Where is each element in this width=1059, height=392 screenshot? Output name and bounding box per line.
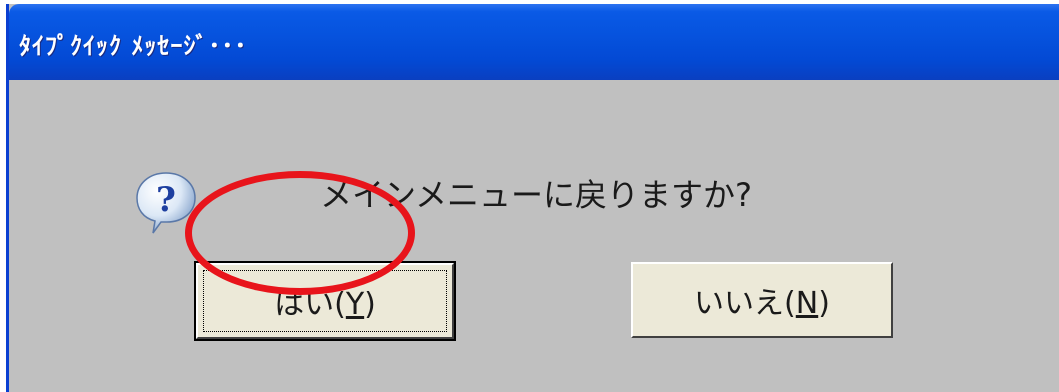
- no-button-label: いいえ(N): [694, 286, 830, 321]
- question-icon: ?: [136, 172, 196, 234]
- dialog-message: メインメニューに戻りますか?: [320, 176, 753, 214]
- svg-text:?: ?: [156, 180, 176, 220]
- title-bar[interactable]: ﾀｲﾌﾟｸｲｯｸ ﾒｯｾｰｼﾞ･･･: [9, 4, 1059, 80]
- yes-button-label: はい(Y): [274, 287, 376, 322]
- dialog-body: ? メインメニューに戻りますか? はい(Y) いいえ(N): [9, 80, 1059, 392]
- yes-button[interactable]: はい(Y): [194, 261, 456, 341]
- no-button[interactable]: いいえ(N): [631, 262, 893, 338]
- message-dialog: ﾀｲﾌﾟｸｲｯｸ ﾒｯｾｰｼﾞ･･･ ? メインメニューに戻りますか? はい(Y…: [6, 4, 1059, 392]
- window-title: ﾀｲﾌﾟｸｲｯｸ ﾒｯｾｰｼﾞ･･･: [19, 32, 248, 60]
